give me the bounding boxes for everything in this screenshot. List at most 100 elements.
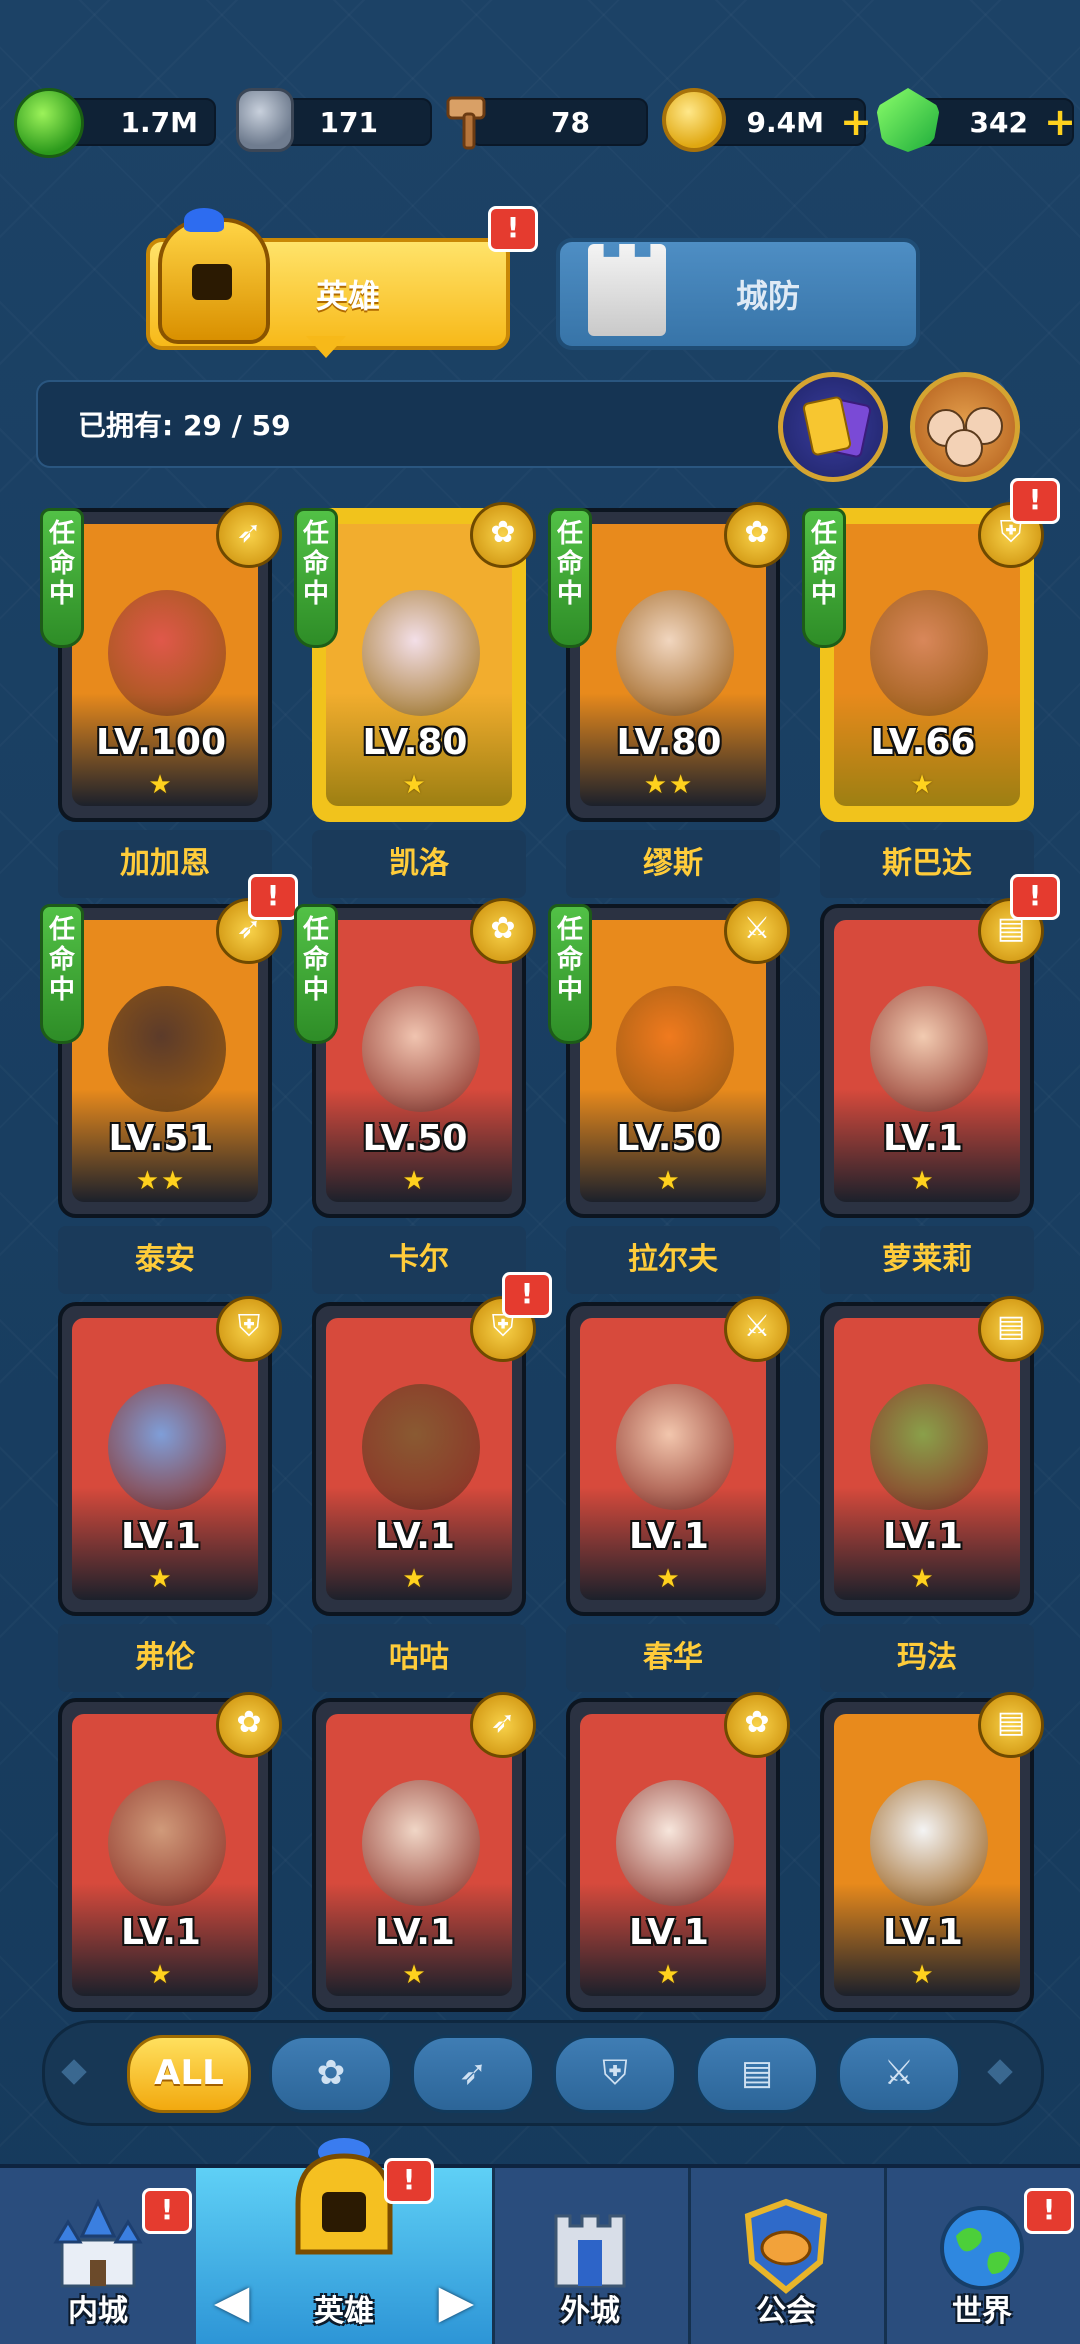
- hero-card[interactable]: LV.1 ★ ▤ 玛法: [820, 1296, 1044, 1702]
- assigned-tag: 任 命 中: [40, 508, 84, 648]
- hero-face: [362, 986, 480, 1112]
- hero-card[interactable]: LV.80 ★★ ✿ 任 命 中缪斯: [548, 502, 790, 908]
- filter-tank-button[interactable]: ⛨: [553, 2035, 677, 2113]
- support-class-icon: ✿: [470, 502, 536, 568]
- nav-label: 公会: [756, 2294, 816, 2329]
- hero-face: [616, 1780, 734, 1906]
- hero-stars: ★★: [643, 770, 695, 800]
- hero-card[interactable]: LV.1 ★ ⛨! 咕咕: [312, 1272, 552, 1702]
- hero-face: [362, 1780, 480, 1906]
- hero-card[interactable]: LV.80 ★ ✿ 任 命 中凯洛: [294, 502, 536, 908]
- warrior-class-icon: ⚔: [883, 2053, 915, 2093]
- support-class-icon: ✿: [470, 898, 536, 964]
- hero-card[interactable]: LV.1 ★ ⛨ 弗伦: [58, 1296, 282, 1702]
- hero-face: [362, 1384, 480, 1510]
- filter-warrior-button[interactable]: ⚔: [837, 2035, 961, 2113]
- hero-card[interactable]: LV.100 ★ ➶ 任 命 中加加恩: [40, 502, 282, 908]
- nav-world[interactable]: 世界 !: [884, 2168, 1080, 2344]
- hero-portrait: [72, 524, 258, 806]
- card-collection-button[interactable]: [778, 372, 888, 482]
- resource-value: 9.4M: [746, 106, 824, 139]
- hero-face: [108, 986, 226, 1112]
- hero-team-button[interactable]: [910, 372, 1020, 482]
- hero-name: 弗伦: [58, 1624, 272, 1692]
- warrior-class-icon: ⚔: [724, 898, 790, 964]
- resource-value: 171: [319, 106, 378, 139]
- filter-archer-button[interactable]: ➶: [411, 2035, 535, 2113]
- hero-portrait: [834, 1318, 1020, 1600]
- hero-level: LV.1: [375, 1912, 455, 1953]
- hero-card[interactable]: LV.1 ★ ▤! 萝莱莉: [820, 874, 1060, 1304]
- hero-portrait: [326, 1318, 512, 1600]
- next-arrow[interactable]: ▶: [439, 2274, 474, 2328]
- hero-stars: ★: [402, 1166, 428, 1196]
- hero-stars: ★: [910, 1564, 936, 1594]
- hero-level: LV.1: [629, 1912, 709, 1953]
- hero-card[interactable]: LV.50 ★ ⚔ 任 命 中拉尔夫: [548, 898, 790, 1304]
- filter-all-button[interactable]: ALL: [127, 2035, 251, 2113]
- hero-tab-alert-badge: !: [488, 206, 538, 252]
- nav-label: 外城: [560, 2294, 620, 2329]
- hero-stars: ★: [910, 770, 936, 800]
- assigned-tag-label: 任 命 中: [302, 915, 329, 1005]
- hero-level: LV.66: [870, 722, 976, 763]
- owned-count: 已拥有: 29 / 59: [78, 409, 291, 442]
- mage-class-icon: ▤: [978, 1692, 1044, 1758]
- hero-portrait: [834, 920, 1020, 1202]
- filter-mage-button[interactable]: ▤: [695, 2035, 819, 2113]
- hero-face: [362, 590, 480, 716]
- hero-stars: ★: [402, 1960, 428, 1990]
- hero-level: LV.51: [108, 1118, 214, 1159]
- add-emerald-button[interactable]: +: [1044, 102, 1076, 142]
- add-gold-button[interactable]: +: [840, 102, 872, 142]
- nav-inner-city[interactable]: 内城 !: [0, 2168, 199, 2344]
- hero-card[interactable]: LV.66 ★ ⛨ 任 命 中! 斯巴达: [802, 478, 1060, 908]
- hero-name: 拉尔夫: [566, 1226, 780, 1294]
- scroll-right-marker: [987, 2059, 1013, 2085]
- hero-level: LV.1: [629, 1516, 709, 1557]
- support-class-icon: ✿: [216, 1692, 282, 1758]
- hero-face: [870, 1780, 988, 1906]
- hero-portrait: [326, 920, 512, 1202]
- hero-stars: ★: [910, 1166, 936, 1196]
- resource-value: 1.7M: [120, 106, 198, 139]
- hero-card[interactable]: LV.50 ★ ✿ 任 命 中卡尔: [294, 898, 536, 1304]
- gold-coin-icon: [662, 88, 726, 152]
- dragon-essence-icon: [14, 88, 84, 158]
- assigned-tag: 任 命 中: [40, 904, 84, 1044]
- assigned-tag-label: 任 命 中: [556, 519, 583, 609]
- hero-face: [870, 590, 988, 716]
- hero-stars: ★: [910, 1960, 936, 1990]
- nav-alert-badge: !: [142, 2188, 192, 2234]
- tab-defense-label: 城防: [735, 277, 800, 315]
- assigned-tag: 任 命 中: [548, 508, 592, 648]
- hero-card[interactable]: LV.1 ★ ⚔ 春华: [566, 1296, 790, 1702]
- nav-outer-city[interactable]: 外城: [492, 2168, 691, 2344]
- hero-alert-badge: !: [248, 874, 298, 920]
- tank-class-icon: ⛨: [216, 1296, 282, 1362]
- assigned-tag: 任 命 中: [294, 508, 338, 648]
- hero-level: LV.1: [121, 1516, 201, 1557]
- warrior-class-icon: ⚔: [724, 1296, 790, 1362]
- stone-rune-icon: [236, 88, 294, 152]
- class-filter-bar: ALL ✿ ➶ ⛨ ▤ ⚔: [42, 2020, 1044, 2126]
- nav-hero[interactable]: ◀ 英雄 ▶ !: [196, 2138, 495, 2344]
- hero-name: 加加恩: [58, 830, 272, 898]
- support-class-icon: ✿: [316, 2053, 346, 2093]
- nav-label: 世界: [952, 2294, 1012, 2329]
- nav-guild[interactable]: 公会: [688, 2168, 887, 2344]
- hero-portrait: [72, 920, 258, 1202]
- hero-name: 卡尔: [312, 1226, 526, 1294]
- hero-portrait: [580, 920, 766, 1202]
- hero-portrait: [580, 1714, 766, 1996]
- hero-portrait: [834, 524, 1020, 806]
- hero-stars: ★: [148, 1960, 174, 1990]
- hero-portrait: [326, 1714, 512, 1996]
- hero-level: LV.1: [883, 1516, 963, 1557]
- hero-alert-badge: !: [1010, 478, 1060, 524]
- filter-support-button[interactable]: ✿: [269, 2035, 393, 2113]
- outer-city-tower-icon: [554, 2214, 626, 2288]
- hero-card[interactable]: LV.51 ★★ ➶ 任 命 中! 泰安: [40, 874, 298, 1304]
- world-globe-icon: [940, 2206, 1024, 2290]
- hero-name: 咕咕: [312, 1624, 526, 1692]
